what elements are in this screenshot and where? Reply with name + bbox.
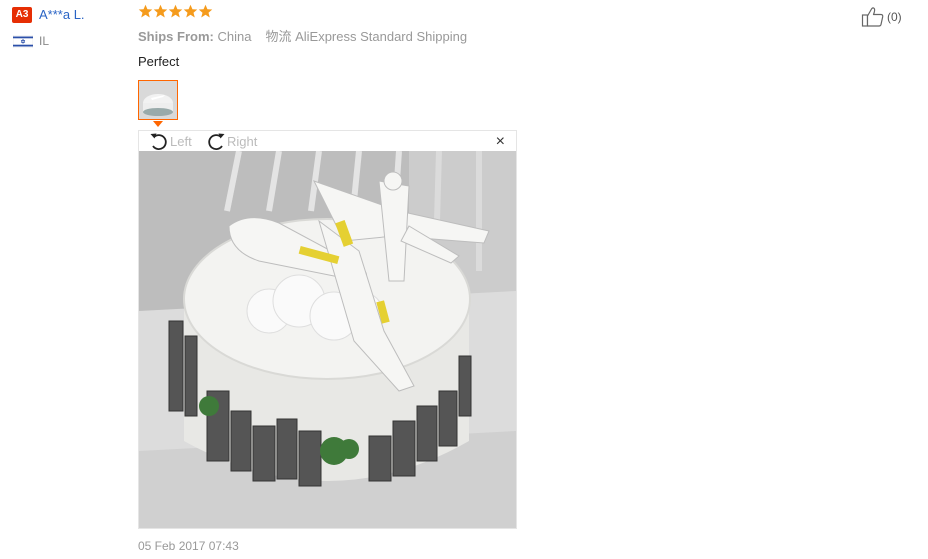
rotate-right-label: Right: [227, 133, 258, 149]
shipping-info: Ships From: China 物流 AliExpress Standard …: [138, 28, 467, 46]
israel-flag-icon: [13, 35, 33, 48]
helpful-count: (0): [887, 10, 902, 24]
star-icon: [153, 4, 168, 18]
buyer-level-badge: A3: [12, 7, 32, 23]
rotate-left-label: Left: [170, 133, 192, 149]
photo-thumbnail[interactable]: [138, 80, 178, 120]
shipping-method-value: AliExpress Standard Shipping: [295, 29, 468, 44]
review-date: 05 Feb 2017 07:43: [138, 539, 239, 553]
thumbnail-image: [139, 81, 177, 119]
rotate-left-button[interactable]: Left: [148, 131, 192, 151]
star-icon: [198, 4, 213, 18]
ships-from-value: China: [217, 29, 252, 44]
star-icon: [183, 4, 198, 18]
rotate-right-button[interactable]: Right: [205, 131, 257, 151]
thumbs-up-icon: [861, 7, 884, 27]
shipping-method-label: 物流: [265, 29, 292, 44]
viewer-toolbar: Left Right ×: [139, 131, 516, 151]
star-icon: [138, 4, 153, 18]
helpful-button[interactable]: (0): [861, 6, 902, 28]
rotate-right-icon: [208, 133, 225, 150]
review-photo[interactable]: [139, 151, 516, 528]
ships-from-label: Ships From:: [138, 29, 214, 44]
thumbnail-selected-caret: [153, 121, 163, 127]
star-icon: [168, 4, 183, 18]
review-text: Perfect: [138, 54, 180, 69]
reviewer-name[interactable]: A***a L.: [39, 6, 85, 24]
rotate-left-icon: [150, 133, 167, 150]
reviewer-country: IL: [39, 34, 50, 48]
close-viewer-button[interactable]: ×: [496, 133, 505, 151]
photo-viewer: Left Right ×: [138, 130, 517, 529]
rating-stars: [138, 4, 213, 24]
